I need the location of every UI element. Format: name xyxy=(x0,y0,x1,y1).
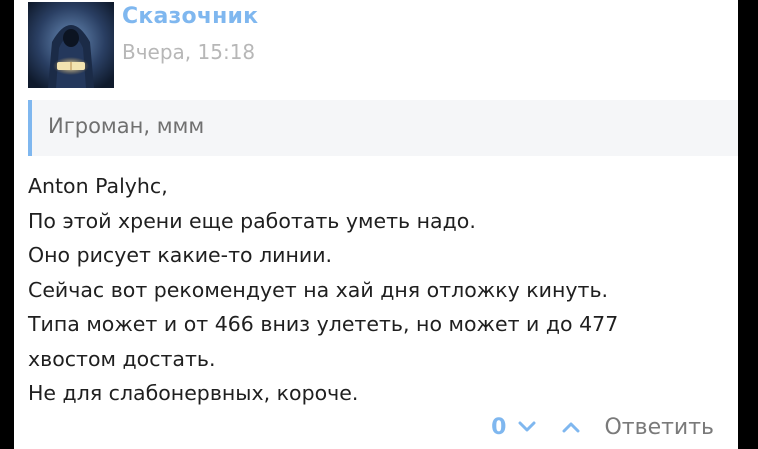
comment-line: Оно рисует какие-то линии. xyxy=(28,243,333,267)
comment-line: хвостом достать. xyxy=(28,346,216,371)
comment-line: Не для слабонервных, короче. xyxy=(28,381,359,405)
comment-line: Сейчас вот рекомендует на хай дня отложк… xyxy=(28,277,609,302)
quote-block: Игроман, ммм xyxy=(28,100,738,156)
comment-footer: 0 Ответить xyxy=(491,413,714,441)
comment-line: Anton Palyhc, xyxy=(28,174,168,198)
quote-text: Игроман, ммм xyxy=(48,114,205,138)
chevron-up-icon[interactable] xyxy=(560,416,582,438)
author-name[interactable]: Сказочник xyxy=(122,4,258,29)
comment-body: Anton Palyhc, По этой хрени еще работать… xyxy=(28,169,728,411)
reply-button[interactable]: Ответить xyxy=(604,415,714,440)
quote-bar xyxy=(28,100,32,156)
post-timestamp: Вчера, 15:18 xyxy=(122,40,256,64)
comment-line: Типа может и от 466 вниз улететь, но мож… xyxy=(28,312,619,336)
comment-line: По этой хрени еще работать уметь надо. xyxy=(28,208,476,233)
avatar[interactable] xyxy=(28,2,114,88)
comment-card: Сказочник Вчера, 15:18 Игроман, ммм Anto… xyxy=(14,0,738,449)
avatar-image xyxy=(28,2,114,88)
vote-count: 0 xyxy=(491,414,507,440)
chevron-down-icon[interactable] xyxy=(516,416,538,438)
